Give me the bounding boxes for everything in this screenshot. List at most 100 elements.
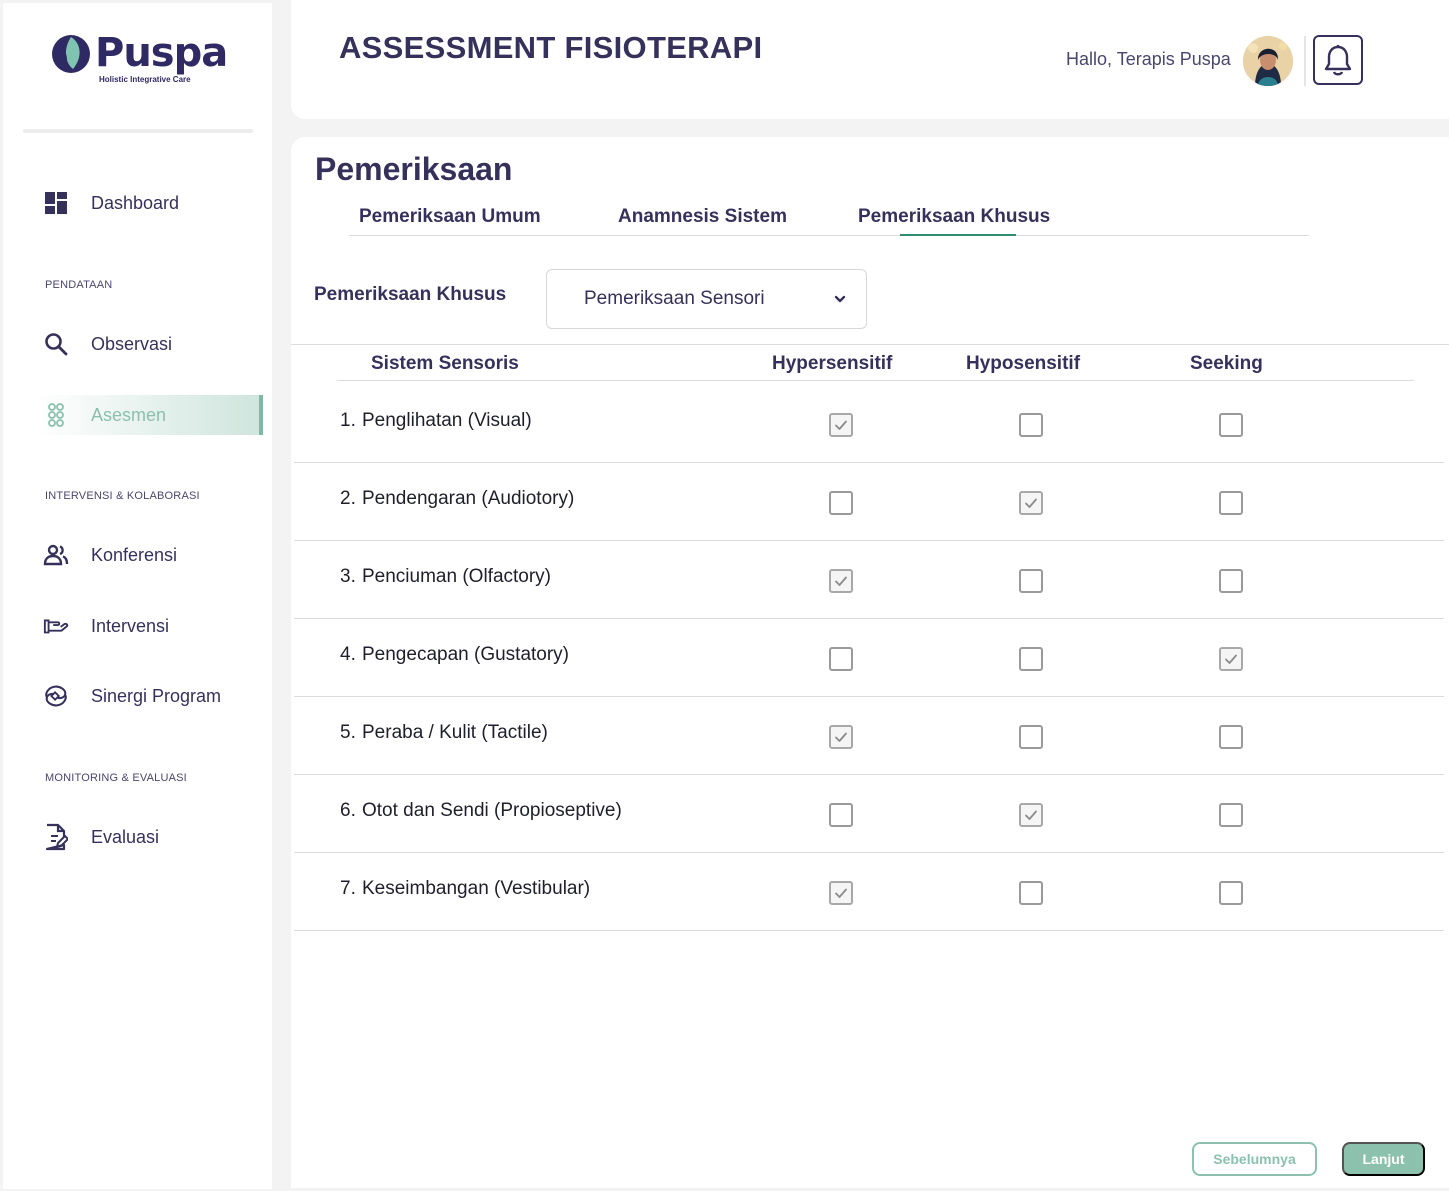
- column-header-hyposensitif: Hyposensitif: [966, 353, 1081, 374]
- bell-icon: [1324, 45, 1352, 76]
- tab-pemeriksaan-khusus[interactable]: Pemeriksaan Khusus: [858, 206, 1050, 236]
- sidebar-item-dashboard[interactable]: Dashboard: [3, 183, 263, 223]
- previous-button[interactable]: Sebelumnya: [1192, 1142, 1317, 1176]
- row-text: Pendengaran (Audiotory): [362, 488, 575, 509]
- row-text: Penciuman (Olfactory): [362, 566, 552, 587]
- hypersensitif-checkbox[interactable]: [829, 803, 853, 827]
- sidebar-item-label: Asesmen: [91, 404, 167, 425]
- row-label: 2. Pendengaran (Audiotory): [340, 488, 574, 510]
- search-icon: [43, 331, 69, 357]
- user-greeting: Hallo, Terapis Puspa: [1066, 49, 1231, 69]
- header-divider: [337, 380, 1414, 381]
- field-label: Pemeriksaan Khusus: [314, 284, 507, 305]
- sidebar-item-label: Sinergi Program: [91, 685, 222, 706]
- main-content: Pemeriksaan Pemeriksaan Umum Anamnesis S…: [291, 137, 1449, 1188]
- avatar[interactable]: [1243, 36, 1293, 86]
- top-header: ASSESSMENT FISIOTERAPI Hallo, Terapis Pu…: [291, 0, 1449, 119]
- chevron-down-icon: [834, 295, 846, 303]
- sidebar-divider: [23, 129, 253, 133]
- table-row: 2. Pendengaran (Audiotory): [294, 463, 1444, 541]
- people-icon: [43, 542, 69, 568]
- hyposensitif-checkbox[interactable]: [1019, 725, 1043, 749]
- table-row: 6. Otot dan Sendi (Propioseptive): [294, 775, 1444, 853]
- hyposensitif-checkbox[interactable]: [1019, 881, 1043, 905]
- sidebar-item-konferensi[interactable]: Konferensi: [3, 535, 263, 575]
- column-header-seeking: Seeking: [1190, 353, 1263, 374]
- tab-anamnesis-sistem[interactable]: Anamnesis Sistem: [618, 206, 787, 236]
- hypersensitif-checkbox[interactable]: [829, 647, 853, 671]
- hypersensitif-checkbox[interactable]: [829, 569, 853, 593]
- tab-bar: Pemeriksaan Umum Anamnesis Sistem Pemeri…: [349, 206, 1309, 236]
- section-title: Pemeriksaan: [315, 151, 513, 187]
- hypersensitif-checkbox[interactable]: [829, 881, 853, 905]
- next-button[interactable]: Lanjut: [1342, 1142, 1425, 1176]
- row-text: Pengecapan (Gustatory): [362, 644, 570, 665]
- table-row: 3. Penciuman (Olfactory): [294, 541, 1444, 619]
- seeking-checkbox[interactable]: [1219, 569, 1243, 593]
- row-number: 3.: [340, 566, 356, 587]
- hypersensitif-checkbox[interactable]: [829, 413, 853, 437]
- table-row: 1. Penglihatan (Visual): [294, 385, 1444, 463]
- seeking-checkbox[interactable]: [1219, 491, 1243, 515]
- synergy-icon: [43, 683, 69, 709]
- row-number: 4.: [340, 644, 356, 665]
- row-text: Otot dan Sendi (Propioseptive): [362, 800, 622, 821]
- column-header-sistem-sensoris: Sistem Sensoris: [371, 353, 519, 374]
- table-row: 7. Keseimbangan (Vestibular): [294, 853, 1444, 931]
- hand-icon: [43, 613, 69, 639]
- sidebar-item-observasi[interactable]: Observasi: [3, 324, 263, 364]
- document-edit-icon: [43, 823, 69, 851]
- row-label: 7. Keseimbangan (Vestibular): [340, 878, 590, 900]
- hypersensitif-checkbox[interactable]: [829, 491, 853, 515]
- brand-tagline: Holistic Integrative Care: [99, 75, 191, 84]
- seeking-checkbox[interactable]: [1219, 413, 1243, 437]
- hyposensitif-checkbox[interactable]: [1019, 569, 1043, 593]
- sidebar-item-label: Observasi: [91, 333, 173, 354]
- seeking-checkbox[interactable]: [1219, 647, 1243, 671]
- row-label: 5. Peraba / Kulit (Tactile): [340, 722, 548, 744]
- table-row: 4. Pengecapan (Gustatory): [294, 619, 1444, 697]
- hyposensitif-checkbox[interactable]: [1019, 803, 1043, 827]
- hypersensitif-checkbox[interactable]: [829, 725, 853, 749]
- hyposensitif-checkbox[interactable]: [1019, 491, 1043, 515]
- header-separator: [1304, 36, 1306, 86]
- seeking-checkbox[interactable]: [1219, 803, 1243, 827]
- sidebar-item-label: Dashboard: [91, 192, 180, 213]
- sidebar-item-label: Konferensi: [91, 544, 178, 565]
- row-label: 6. Otot dan Sendi (Propioseptive): [340, 800, 622, 822]
- brand-name: Puspa: [95, 30, 228, 76]
- active-tab-indicator: [900, 234, 1016, 236]
- section-label-intervensi: INTERVENSI & KOLABORASI: [45, 490, 200, 502]
- row-label: 4. Pengecapan (Gustatory): [340, 644, 569, 666]
- notification-button[interactable]: [1313, 35, 1363, 85]
- seeking-checkbox[interactable]: [1219, 881, 1243, 905]
- select-value: Pemeriksaan Sensori: [584, 288, 765, 309]
- row-text: Peraba / Kulit (Tactile): [362, 722, 548, 743]
- row-label: 3. Penciuman (Olfactory): [340, 566, 551, 588]
- row-number: 7.: [340, 878, 356, 899]
- page-title: ASSESSMENT FISIOTERAPI: [339, 30, 763, 65]
- section-label-monitoring: MONITORING & EVALUASI: [45, 772, 187, 784]
- hyposensitif-checkbox[interactable]: [1019, 413, 1043, 437]
- tab-pemeriksaan-umum[interactable]: Pemeriksaan Umum: [359, 206, 541, 236]
- table-row: 5. Peraba / Kulit (Tactile): [294, 697, 1444, 775]
- dashboard-icon: [43, 190, 69, 216]
- assessment-icon: [43, 402, 69, 428]
- hyposensitif-checkbox[interactable]: [1019, 647, 1043, 671]
- sidebar-item-label: Evaluasi: [91, 826, 160, 847]
- section-label-pendataan: PENDATAAN: [45, 279, 113, 291]
- brand-logo[interactable]: Puspa Holistic Integrative Care: [51, 30, 228, 84]
- column-header-hypersensitif: Hypersensitif: [772, 353, 893, 374]
- row-text: Penglihatan (Visual): [362, 410, 532, 431]
- row-number: 1.: [340, 410, 356, 431]
- puspa-logo-icon: [52, 35, 90, 73]
- table-divider: [291, 344, 1449, 345]
- pemeriksaan-khusus-select[interactable]: Pemeriksaan Sensori: [546, 269, 867, 329]
- sidebar-item-evaluasi[interactable]: Evaluasi: [3, 817, 263, 857]
- row-number: 2.: [340, 488, 356, 509]
- sidebar-item-intervensi[interactable]: Intervensi: [3, 606, 263, 646]
- seeking-checkbox[interactable]: [1219, 725, 1243, 749]
- row-number: 5.: [340, 722, 356, 743]
- sidebar-item-asesmen[interactable]: Asesmen: [36, 395, 263, 435]
- sidebar-item-sinergi-program[interactable]: Sinergi Program: [3, 676, 263, 716]
